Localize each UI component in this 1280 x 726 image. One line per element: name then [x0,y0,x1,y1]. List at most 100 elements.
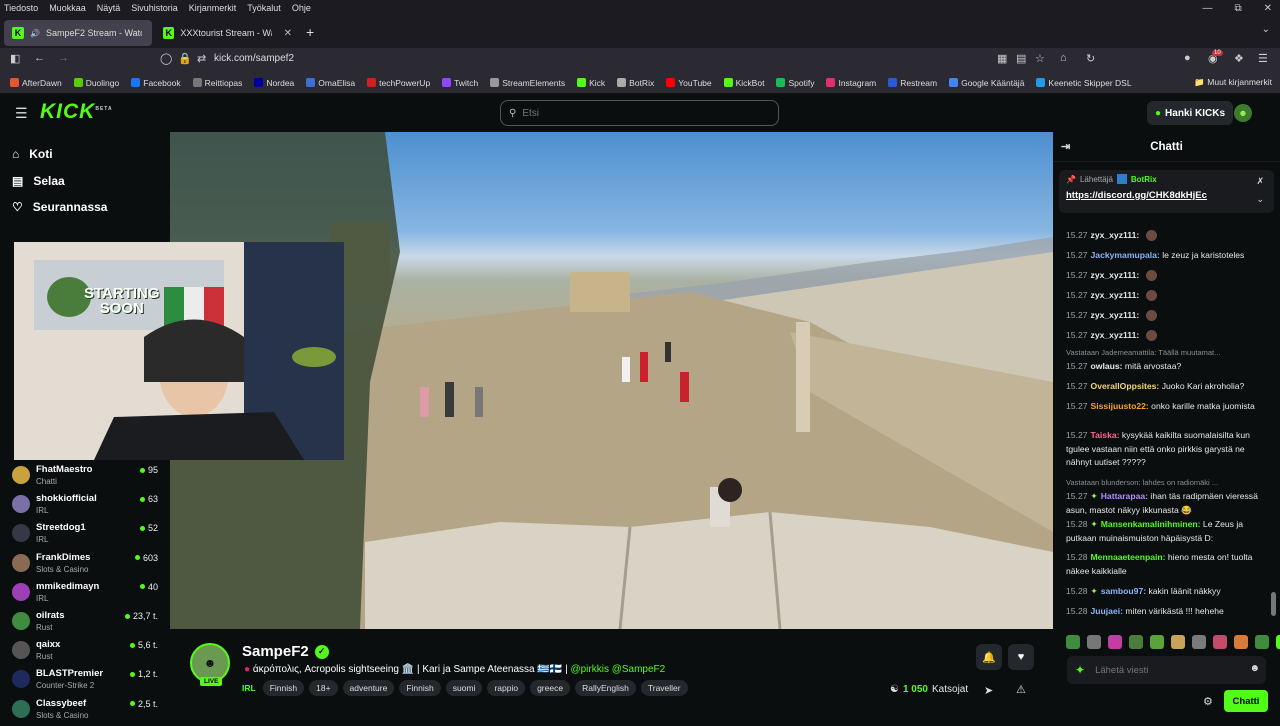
shield-icon[interactable]: ◯ [160,52,172,65]
chat-send-button[interactable]: Chatti [1224,690,1268,712]
stream-tag[interactable]: Finnish [399,680,441,696]
emote-icon[interactable] [1150,635,1164,649]
chat-settings-icon[interactable]: ⚙ [1203,695,1213,708]
streamer-name[interactable]: SampeF2 ✓ [242,643,329,660]
pip-icon[interactable]: ▤ [1016,52,1026,65]
message-user[interactable]: owlaus: [1091,361,1123,371]
message-user[interactable]: OverallOppsites: [1091,381,1160,391]
message-user[interactable]: zyx_xyz111: [1091,310,1140,320]
emote-icon[interactable] [1276,635,1280,649]
sidebar-channel[interactable]: BLASTPremier Counter-Strike 2 1,2 t. [12,668,162,696]
stream-tag[interactable]: adventure [342,680,395,696]
emote-icon[interactable] [1087,635,1101,649]
menu-item[interactable]: Näytä [97,3,121,13]
notification-bell-button[interactable]: 🔔 [976,644,1002,670]
message-user[interactable]: Hattarapaa: [1101,491,1148,501]
reader-icon[interactable]: ▦ [997,52,1007,65]
stream-tag[interactable]: Traveller [640,680,688,696]
kick-emote-icon[interactable]: ✦ [1075,663,1085,677]
stream-tag[interactable]: RallyEnglish [575,680,636,696]
message-user[interactable]: sambou97: [1101,586,1146,596]
bookmark-item[interactable]: Reittiopas [192,78,242,88]
bookmark-item[interactable]: Kick [577,78,605,88]
search-input[interactable] [522,107,763,119]
other-bookmarks[interactable]: 📁 Muut kirjanmerkit [1194,77,1272,88]
new-tab-button[interactable]: + [306,24,314,40]
stream-category[interactable]: IRL [242,683,256,693]
kick-logo[interactable]: KICKBETA [40,100,113,124]
message-user[interactable]: zyx_xyz111: [1091,230,1140,240]
chat-scrollbar[interactable] [1271,592,1276,616]
lock-icon[interactable]: 🔒 [178,52,192,65]
bookmark-item[interactable]: Nordea [254,78,294,88]
bookmark-item[interactable]: techPowerUp [367,78,430,88]
bookmark-item[interactable]: StreamElements [490,78,565,88]
stream-tag[interactable]: rappio [487,680,526,696]
bookmark-star-icon[interactable]: ☆ [1035,52,1045,65]
emote-icon[interactable] [1234,635,1248,649]
sidebar-channel[interactable]: Classybeef Slots & Casino 2,5 t. [12,698,162,726]
bookmark-item[interactable]: Duolingo [73,78,119,88]
share-icon[interactable]: ➤ [984,684,993,697]
permissions-icon[interactable]: ⇄ [197,52,206,65]
emoji-icon[interactable]: ☻ [1249,663,1260,674]
bookmark-item[interactable]: Keenetic Skipper DSL [1036,78,1132,88]
sidebar-channel[interactable]: FhatMaestro Chatti 95 [12,464,162,492]
bookmark-item[interactable]: Facebook [131,78,181,88]
list-tabs-icon[interactable]: ⌄ [1262,24,1270,35]
follow-button[interactable]: ♥ [1008,644,1034,670]
user-avatar[interactable]: ☻ [1234,104,1252,122]
sidebar-channel[interactable]: shokkiofficial IRL 63 [12,493,162,521]
chat-input[interactable] [1095,664,1226,676]
bookmark-item[interactable]: Restream [888,78,937,88]
emote-icon[interactable] [1255,635,1269,649]
emote-icon[interactable] [1066,635,1080,649]
restore-icon[interactable]: ⧉ [1234,3,1241,14]
profile-icon[interactable]: ● [1184,52,1191,64]
message-user[interactable]: Sissijuusto22: [1091,401,1149,411]
message-user[interactable]: Juujaei: [1091,606,1123,616]
tab-xxxtourist[interactable]: K XXXtourist Stream - Watch ✕ [155,20,300,46]
stream-title-mentions[interactable]: @pirkkis @SampeF2 [570,664,665,675]
emote-icon[interactable] [1171,635,1185,649]
bookmark-item[interactable]: OmaElisa [306,78,355,88]
sidebar-toggle-icon[interactable]: ◧ [10,52,20,65]
back-icon[interactable]: ← [34,52,45,64]
menu-item[interactable]: Sivuhistoria [131,3,178,13]
stream-tag[interactable]: greece [530,680,571,696]
bookmark-item[interactable]: Google Kääntäjä [949,78,1024,88]
sidebar-channel[interactable]: qaixx Rust 5,6 t. [12,639,162,667]
get-kicks-button[interactable]: ● Hanki KICKs [1147,101,1234,125]
menu-item[interactable]: Tiedosto [4,3,38,13]
minimize-icon[interactable]: — [1202,3,1212,14]
stream-tag[interactable]: suomi [445,680,483,696]
message-user[interactable]: zyx_xyz111: [1091,270,1140,280]
menu-icon[interactable]: ☰ [1258,52,1268,65]
emote-icon[interactable] [1213,635,1227,649]
reload-icon[interactable]: ↻ [1086,52,1095,65]
menu-item[interactable]: Ohje [292,3,311,13]
emote-icon[interactable] [1108,635,1122,649]
hamburger-menu-icon[interactable]: ☰ [15,105,28,122]
chevron-down-icon[interactable]: ⌄ [1256,194,1264,205]
collapse-chat-icon[interactable]: ⇥ [1061,140,1070,153]
menu-item[interactable]: Kirjanmerkit [189,3,237,13]
bookmark-item[interactable]: KickBot [723,78,764,88]
home-icon[interactable]: ⌂ [1060,52,1067,64]
sidebar-item-home[interactable]: ⌂ Koti [12,147,53,161]
message-user[interactable]: Taiska: [1091,430,1120,440]
sidebar-item-following[interactable]: ♡ Seurannassa [12,200,107,214]
bookmark-item[interactable]: Spotify [776,78,814,88]
message-user[interactable]: zyx_xyz111: [1091,330,1140,340]
close-tab-icon[interactable]: ✕ [284,28,292,39]
tab-sampef2[interactable]: K 🔊 SampeF2 Stream - Watch L [4,20,152,46]
bookmark-item[interactable]: Instagram [826,78,876,88]
puzzle-icon[interactable]: ❖ [1234,52,1244,65]
bookmark-item[interactable]: BotRix [617,78,654,88]
message-user[interactable]: zyx_xyz111: [1091,290,1140,300]
sidebar-item-browse[interactable]: ▤ Selaa [12,174,65,188]
pinned-message[interactable]: 📌 Lähettäjä BotRix https://discord.gg/CH… [1059,170,1274,213]
close-window-icon[interactable]: ✕ [1264,3,1272,14]
url-bar[interactable]: kick.com/sampef2 [214,53,294,64]
sidebar-channel[interactable]: Streetdog1 IRL 52 [12,522,162,550]
